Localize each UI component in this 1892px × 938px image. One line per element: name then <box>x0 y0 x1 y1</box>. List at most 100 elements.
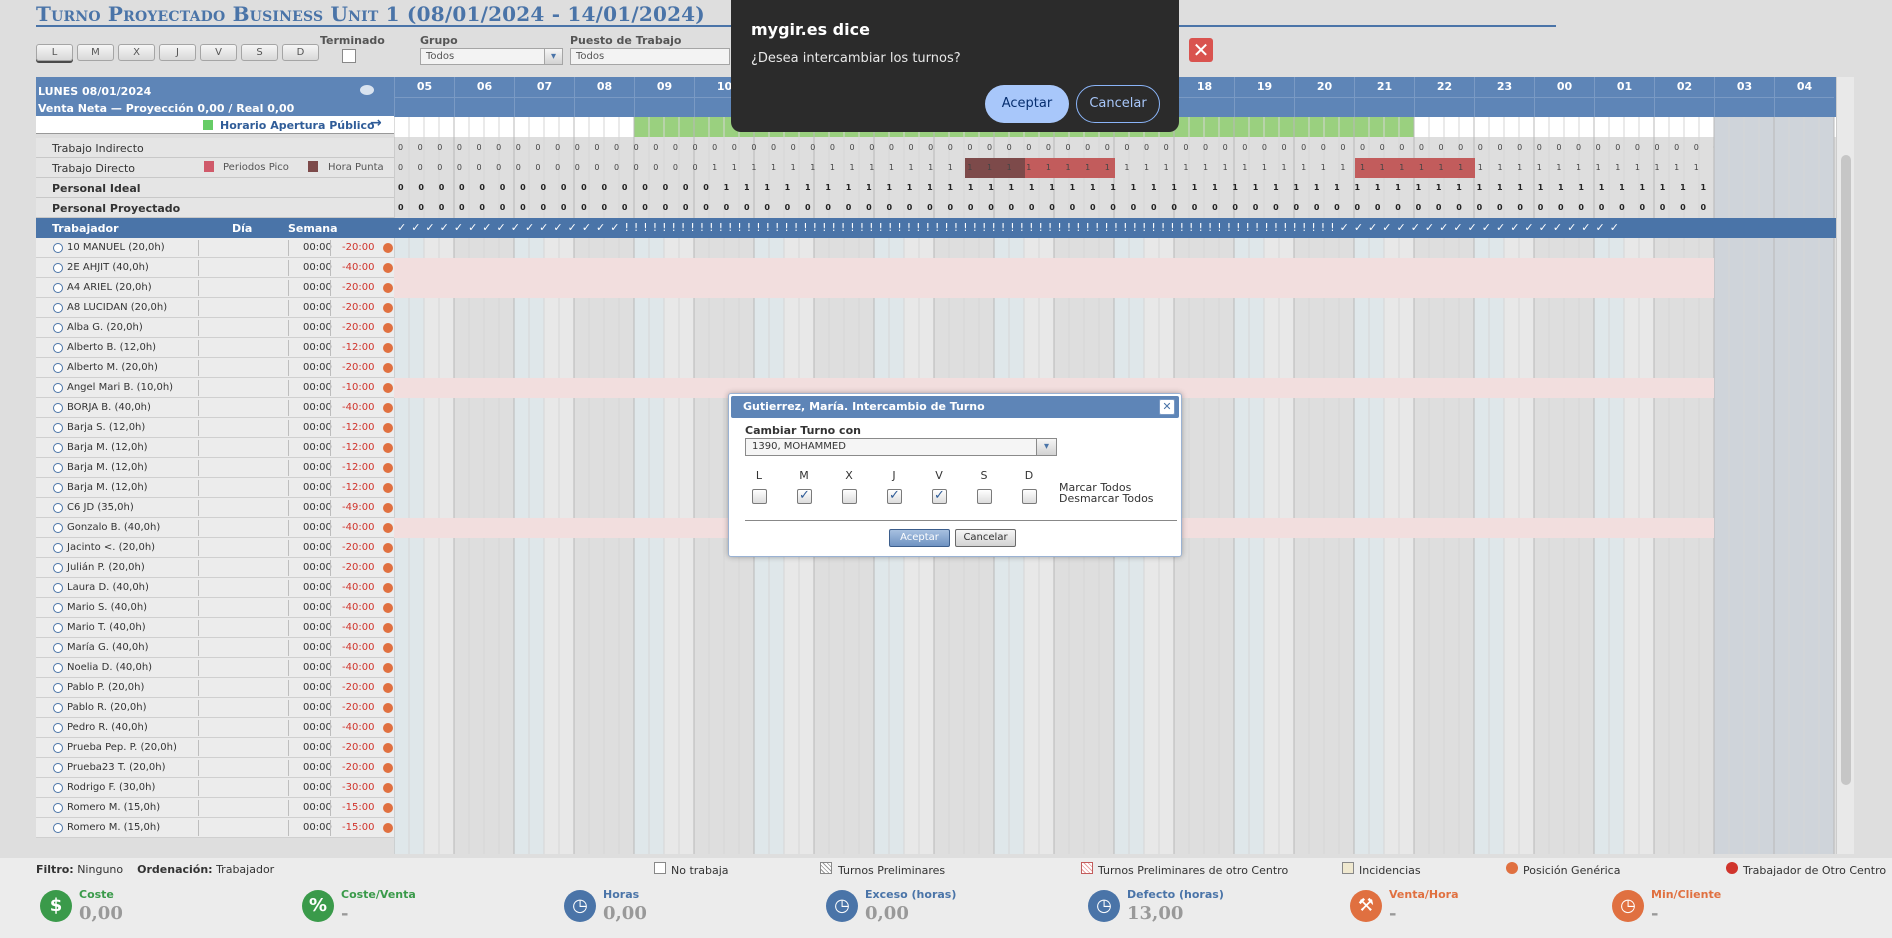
generic-position-icon[interactable] <box>383 823 393 833</box>
generic-position-icon[interactable] <box>383 323 393 333</box>
worker-row[interactable]: Romero M. (15,0h) 00:00 -15:00 <box>36 818 394 838</box>
worker-name[interactable]: Laura D. (40,0h) <box>67 582 149 593</box>
day-button[interactable]: D <box>282 44 319 61</box>
worker-name[interactable]: Gonzalo B. (40,0h) <box>67 522 160 533</box>
worker-row[interactable]: Gonzalo B. (40,0h) 00:00 -40:00 <box>36 518 394 538</box>
worker-row[interactable]: Alberto M. (20,0h) 00:00 -20:00 <box>36 358 394 378</box>
swap-cancel-button[interactable]: Cancelar <box>955 529 1016 547</box>
worker-row[interactable]: Julián P. (20,0h) 00:00 -20:00 <box>36 558 394 578</box>
generic-position-icon[interactable] <box>383 283 393 293</box>
worker-row[interactable]: Mario S. (40,0h) 00:00 -40:00 <box>36 598 394 618</box>
worker-row[interactable]: Angel Mari B. (10,0h) 00:00 -10:00 <box>36 378 394 398</box>
generic-position-icon[interactable] <box>383 583 393 593</box>
worker-name[interactable]: Angel Mari B. (10,0h) <box>67 382 173 393</box>
vertical-scrollbar[interactable] <box>1836 77 1854 854</box>
generic-position-icon[interactable] <box>383 263 393 273</box>
worker-name[interactable]: A4 ARIEL (20,0h) <box>67 282 152 293</box>
worker-row[interactable]: A8 LUCIDAN (20,0h) 00:00 -20:00 <box>36 298 394 318</box>
generic-position-icon[interactable] <box>383 743 393 753</box>
generic-position-icon[interactable] <box>383 683 393 693</box>
worker-name[interactable]: Alberto B. (12,0h) <box>67 342 156 353</box>
scrollbar-thumb[interactable] <box>1841 155 1851 785</box>
arrow-right-icon[interactable]: → <box>370 115 382 131</box>
worker-row[interactable]: Noelia D. (40,0h) 00:00 -40:00 <box>36 658 394 678</box>
worker-name[interactable]: Rodrigo F. (30,0h) <box>67 782 155 793</box>
worker-name[interactable]: C6 JD (35,0h) <box>67 502 134 513</box>
worker-row[interactable]: Pedro R. (40,0h) 00:00 -40:00 <box>36 718 394 738</box>
worker-name[interactable]: Noelia D. (40,0h) <box>67 662 152 673</box>
worker-row[interactable]: Laura D. (40,0h) 00:00 -40:00 <box>36 578 394 598</box>
worker-name[interactable]: Barja M. (12,0h) <box>67 482 148 493</box>
worker-name[interactable]: Pablo R. (20,0h) <box>67 702 147 713</box>
worker-name[interactable]: Pedro R. (40,0h) <box>67 722 148 733</box>
worker-name[interactable]: A8 LUCIDAN (20,0h) <box>67 302 167 313</box>
generic-position-icon[interactable] <box>383 463 393 473</box>
worker-name[interactable]: Romero M. (15,0h) <box>67 802 160 813</box>
day-button[interactable]: L <box>36 44 73 61</box>
worker-row[interactable]: Barja M. (12,0h) 00:00 -12:00 <box>36 438 394 458</box>
puesto-select[interactable]: Todos <box>570 48 730 65</box>
generic-position-icon[interactable] <box>383 403 393 413</box>
worker-row[interactable]: C6 JD (35,0h) 00:00 -49:00 <box>36 498 394 518</box>
generic-position-icon[interactable] <box>383 623 393 633</box>
generic-position-icon[interactable] <box>383 363 393 373</box>
worker-row[interactable]: Alba G. (20,0h) 00:00 -20:00 <box>36 318 394 338</box>
worker-row[interactable]: Barja M. (12,0h) 00:00 -12:00 <box>36 458 394 478</box>
worker-name[interactable]: Jacinto <. (20,0h) <box>67 542 155 553</box>
worker-name[interactable]: Pablo P. (20,0h) <box>67 682 144 693</box>
swap-day-checkbox[interactable] <box>977 489 992 504</box>
worker-name[interactable]: Julián P. (20,0h) <box>67 562 145 573</box>
day-button[interactable]: J <box>159 44 196 61</box>
worker-name[interactable]: Prueba Pep. P. (20,0h) <box>67 742 177 753</box>
worker-name[interactable]: BORJA B. (40,0h) <box>67 402 151 413</box>
swap-day-checkbox[interactable] <box>842 489 857 504</box>
worker-name[interactable]: Prueba23 T. (20,0h) <box>67 762 166 773</box>
worker-row[interactable]: 10 MANUEL (20,0h) 00:00 -20:00 <box>36 238 394 258</box>
generic-position-icon[interactable] <box>383 723 393 733</box>
generic-position-icon[interactable] <box>383 523 393 533</box>
terminado-checkbox[interactable] <box>342 49 356 63</box>
worker-row[interactable]: Mario T. (40,0h) 00:00 -40:00 <box>36 618 394 638</box>
worker-name[interactable]: Alberto M. (20,0h) <box>67 362 158 373</box>
generic-position-icon[interactable] <box>383 543 393 553</box>
generic-position-icon[interactable] <box>383 803 393 813</box>
swap-day-checkbox[interactable]: ✓ <box>932 489 947 504</box>
day-button[interactable]: V <box>200 44 237 61</box>
worker-row[interactable]: Romero M. (15,0h) 00:00 -15:00 <box>36 798 394 818</box>
generic-position-icon[interactable] <box>383 343 393 353</box>
col-trabajador[interactable]: Trabajador <box>52 222 119 235</box>
generic-position-icon[interactable] <box>383 663 393 673</box>
day-button[interactable]: S <box>241 44 278 61</box>
generic-position-icon[interactable] <box>383 383 393 393</box>
worker-row[interactable]: Barja M. (12,0h) 00:00 -12:00 <box>36 478 394 498</box>
worker-name[interactable]: Barja M. (12,0h) <box>67 462 148 473</box>
grupo-select[interactable]: Todos ▾ <box>420 48 563 65</box>
worker-row[interactable]: Alberto B. (12,0h) 00:00 -12:00 <box>36 338 394 358</box>
worker-name[interactable]: María G. (40,0h) <box>67 642 148 653</box>
col-semana[interactable]: Semana <box>288 222 338 235</box>
worker-name[interactable]: Mario T. (40,0h) <box>67 622 146 633</box>
worker-row[interactable]: Rodrigo F. (30,0h) 00:00 -30:00 <box>36 778 394 798</box>
worker-row[interactable]: Barja S. (12,0h) 00:00 -12:00 <box>36 418 394 438</box>
comment-icon[interactable] <box>360 85 374 95</box>
close-icon[interactable]: ✕ <box>1159 399 1175 415</box>
worker-name[interactable]: Mario S. (40,0h) <box>67 602 147 613</box>
swap-day-checkbox[interactable]: ✓ <box>797 489 812 504</box>
generic-position-icon[interactable] <box>383 603 393 613</box>
worker-name[interactable]: Barja S. (12,0h) <box>67 422 145 433</box>
day-button[interactable]: X <box>118 44 155 61</box>
worker-name[interactable]: 10 MANUEL (20,0h) <box>67 242 165 253</box>
worker-row[interactable]: BORJA B. (40,0h) 00:00 -40:00 <box>36 398 394 418</box>
worker-row[interactable]: A4 ARIEL (20,0h) 00:00 -20:00 <box>36 278 394 298</box>
worker-row[interactable]: Pablo R. (20,0h) 00:00 -20:00 <box>36 698 394 718</box>
close-icon[interactable]: ✕ <box>1189 38 1213 62</box>
worker-name[interactable]: Alba G. (20,0h) <box>67 322 143 333</box>
swap-day-checkbox[interactable]: ✓ <box>887 489 902 504</box>
generic-position-icon[interactable] <box>383 763 393 773</box>
generic-position-icon[interactable] <box>383 503 393 513</box>
generic-position-icon[interactable] <box>383 243 393 253</box>
worker-name[interactable]: 2E AHJIT (40,0h) <box>67 262 149 273</box>
generic-position-icon[interactable] <box>383 483 393 493</box>
generic-position-icon[interactable] <box>383 423 393 433</box>
generic-position-icon[interactable] <box>383 783 393 793</box>
